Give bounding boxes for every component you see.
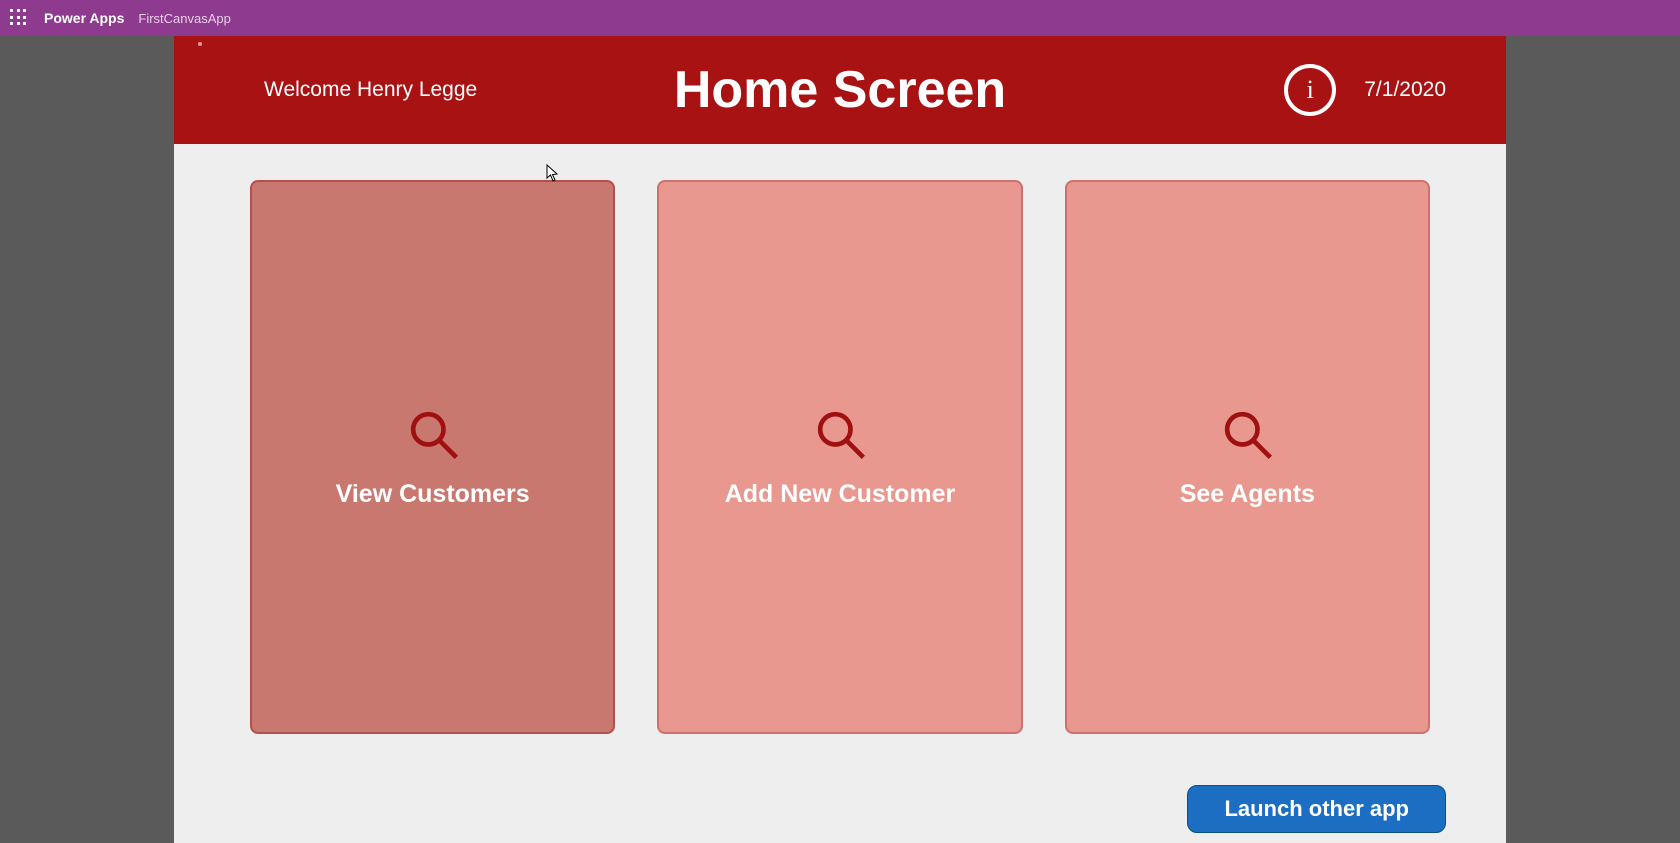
app-launcher-icon[interactable] (10, 9, 28, 27)
tile-view-customers[interactable]: View Customers (250, 180, 615, 734)
search-icon (1219, 406, 1275, 462)
search-icon (405, 406, 461, 462)
search-icon (812, 406, 868, 462)
top-bar: Power Apps FirstCanvasApp (0, 0, 1680, 36)
welcome-text: Welcome Henry Legge (264, 78, 477, 102)
tile-see-agents[interactable]: See Agents (1065, 180, 1430, 734)
tile-label: See Agents (1180, 480, 1315, 509)
launch-other-app-button[interactable]: Launch other app (1187, 785, 1446, 833)
header-date: 7/1/2020 (1364, 78, 1446, 102)
app-name-label: FirstCanvasApp (138, 11, 230, 26)
canvas-stage: Welcome Henry Legge Home Screen i 7/1/20… (0, 36, 1680, 843)
header-right: i 7/1/2020 (1284, 64, 1446, 116)
page-title: Home Screen (674, 60, 1006, 120)
canvas-app: Welcome Henry Legge Home Screen i 7/1/20… (174, 36, 1506, 843)
brand-label[interactable]: Power Apps (44, 10, 124, 26)
tile-label: View Customers (336, 480, 530, 509)
tile-container: View Customers Add New Customer See Agen… (174, 144, 1506, 734)
tile-add-new-customer[interactable]: Add New Customer (657, 180, 1022, 734)
info-icon[interactable]: i (1284, 64, 1336, 116)
app-header: Welcome Henry Legge Home Screen i 7/1/20… (174, 36, 1506, 144)
tile-label: Add New Customer (725, 480, 956, 509)
